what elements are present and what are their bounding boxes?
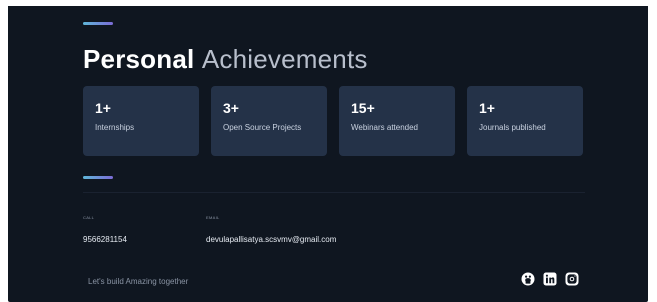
achievement-label: Webinars attended bbox=[351, 123, 419, 132]
achievement-card-open-source: 3+ Open Source Projects bbox=[211, 86, 327, 156]
achievement-value: 15+ bbox=[351, 100, 375, 116]
achievement-label: Journals published bbox=[479, 123, 546, 132]
achievement-label: Open Source Projects bbox=[223, 123, 302, 132]
phone-number[interactable]: 9566281154 bbox=[83, 235, 127, 244]
achievement-value: 1+ bbox=[95, 100, 111, 116]
achievement-card-internships: 1+ Internships bbox=[83, 86, 199, 156]
achievement-value: 3+ bbox=[223, 100, 239, 116]
instagram-icon[interactable] bbox=[565, 272, 579, 286]
divider bbox=[83, 192, 585, 193]
accent-bar bbox=[83, 22, 113, 25]
achievement-card-webinars: 15+ Webinars attended bbox=[339, 86, 455, 156]
section-title-dim: Achievements bbox=[201, 44, 368, 74]
achievements-section: Personal Achievements 1+ Internships 3+ … bbox=[8, 6, 648, 302]
section-title-main: Personal bbox=[83, 44, 195, 74]
achievement-value: 1+ bbox=[479, 100, 495, 116]
linkedin-icon[interactable] bbox=[543, 272, 557, 286]
github-icon[interactable] bbox=[521, 272, 535, 286]
achievement-label: Internships bbox=[95, 123, 135, 132]
email-label: EMAIL bbox=[206, 215, 220, 220]
footer-tagline: Let's build Amazing together bbox=[88, 277, 189, 286]
accent-bar bbox=[83, 176, 113, 179]
email-address[interactable]: devulapallisatya.scsvmv@gmail.com bbox=[206, 235, 336, 244]
call-label: CALL bbox=[83, 215, 95, 220]
section-title: Personal Achievements bbox=[83, 44, 368, 75]
achievement-card-journals: 1+ Journals published bbox=[467, 86, 583, 156]
